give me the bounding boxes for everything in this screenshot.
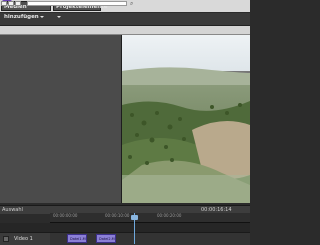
view-list-button[interactable] bbox=[1, 1, 7, 6]
timeline-ruler[interactable]: 00:00:00:00 00:00:10:00 00:00:20:00 bbox=[50, 213, 250, 223]
media-toolbar bbox=[0, 26, 250, 35]
timeline-clip[interactable]: Datei1.MP4 bbox=[67, 234, 87, 243]
timeline-mode-label[interactable]: Auswahl bbox=[2, 206, 23, 214]
ruler-tick: 00:00:20:00 bbox=[157, 213, 182, 218]
lock-icon[interactable] bbox=[3, 236, 9, 242]
menu-media-label: Medien hinzufügen bbox=[4, 4, 39, 20]
chevron-down-icon bbox=[57, 15, 61, 18]
timeline-clip[interactable]: Datei2.MP4 bbox=[96, 234, 116, 243]
track-header-video1: Video 1 bbox=[0, 232, 50, 245]
project-assets-panel[interactable] bbox=[0, 35, 121, 203]
search-icon[interactable]: ⌕ bbox=[130, 0, 133, 7]
preview-frame-image bbox=[122, 35, 250, 203]
ruler-tick: 00:00:00:00 bbox=[53, 213, 78, 218]
view-options-button[interactable] bbox=[15, 1, 21, 6]
view-grid-button[interactable] bbox=[8, 1, 14, 6]
ruler-tick: 00:00:10:00 bbox=[105, 213, 130, 218]
video-preview[interactable] bbox=[122, 35, 250, 203]
track-label: Video 1 bbox=[14, 236, 33, 242]
chevron-down-icon bbox=[39, 15, 44, 18]
playhead-handle[interactable] bbox=[131, 215, 138, 220]
search-input[interactable] bbox=[27, 1, 127, 6]
